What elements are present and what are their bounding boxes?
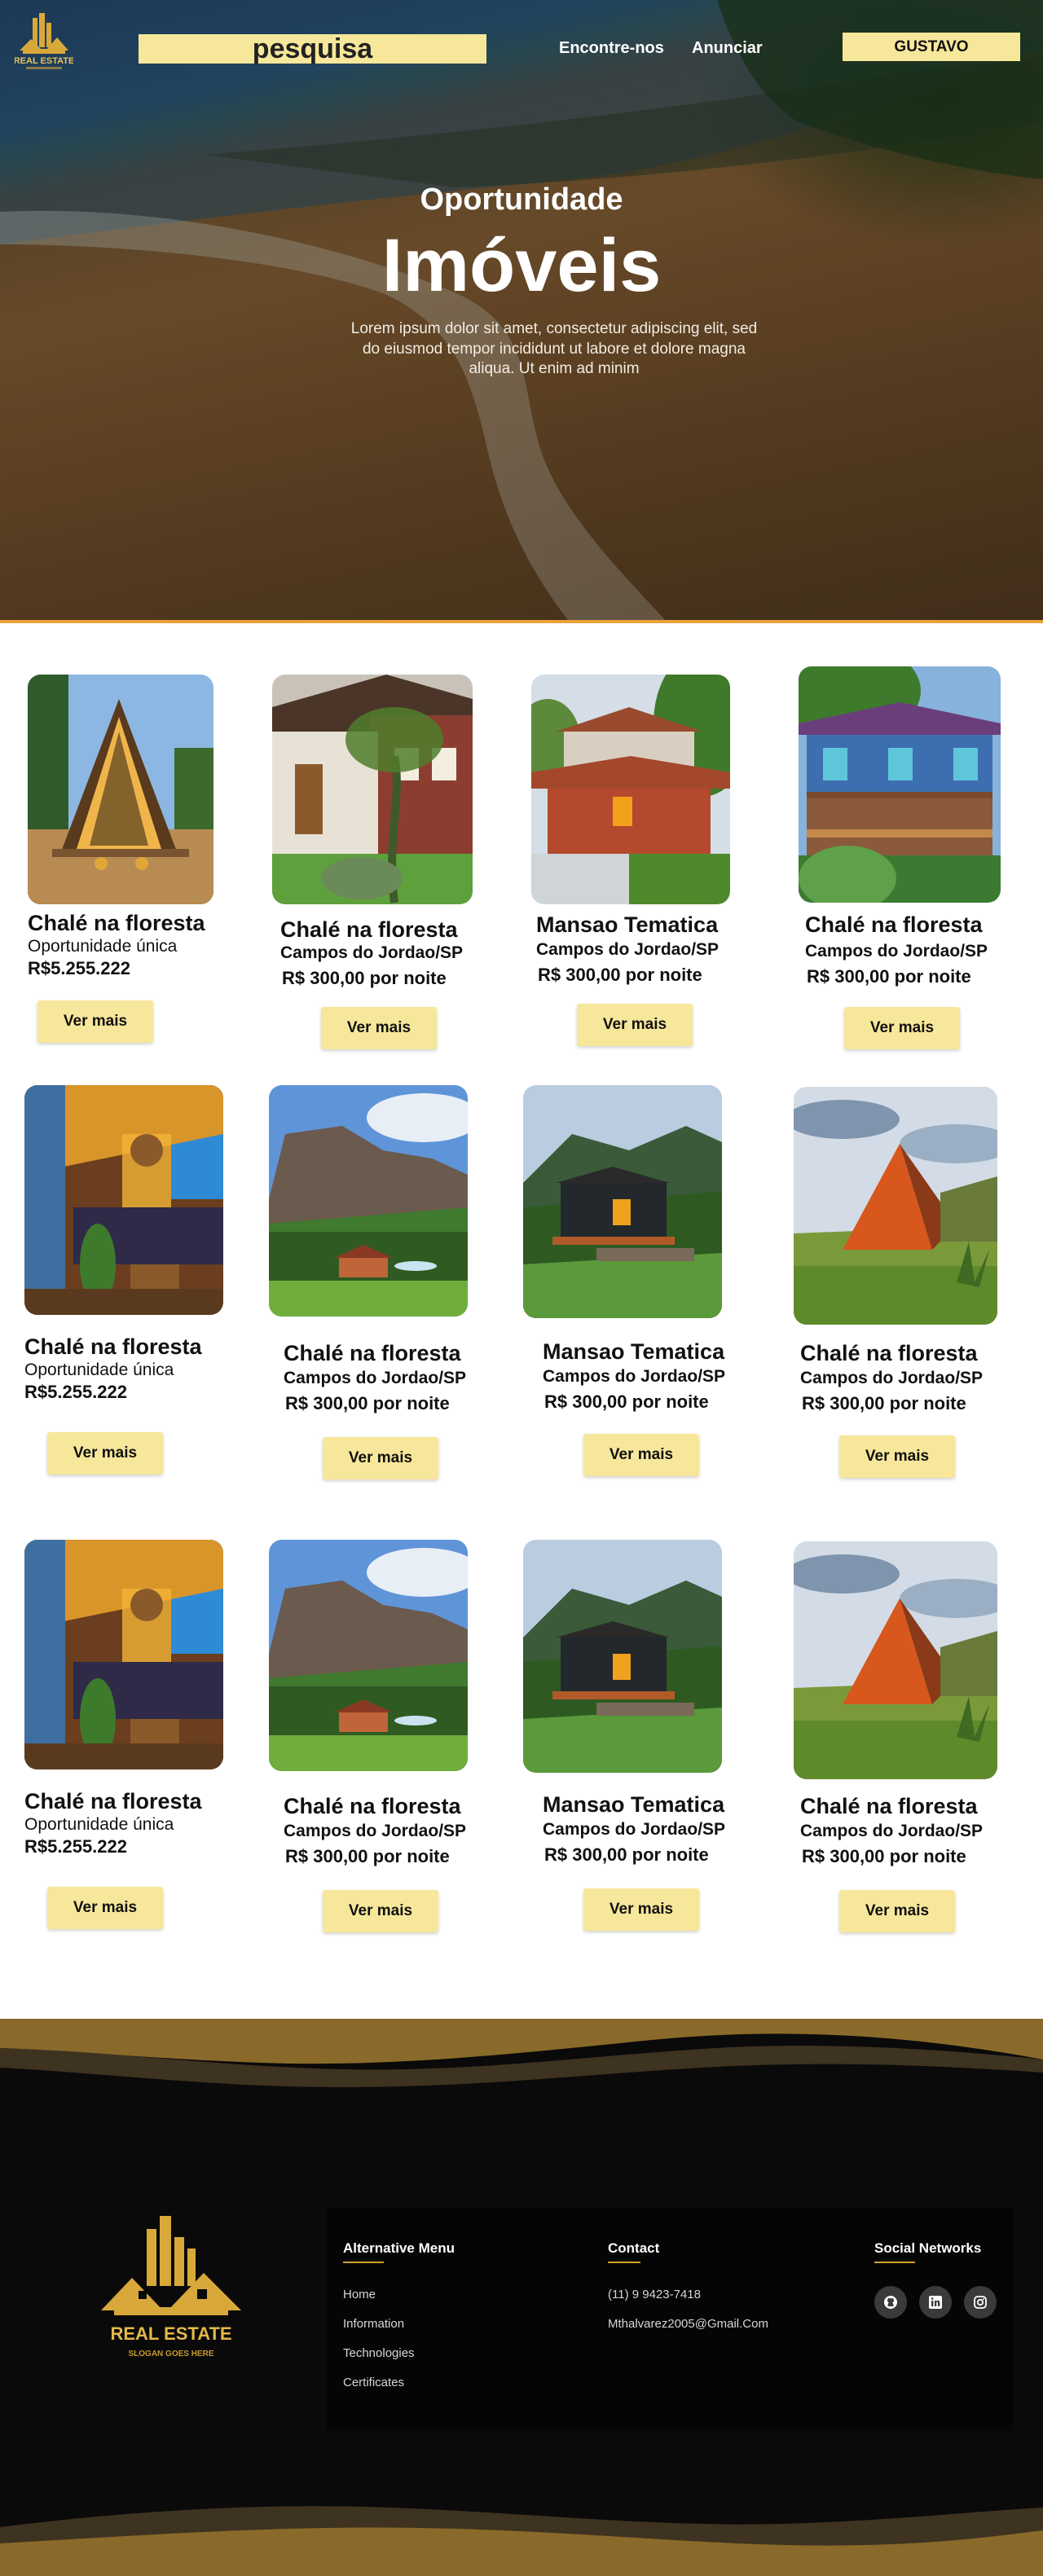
listing-image[interactable] (272, 675, 473, 904)
hero-description: Lorem ipsum dolor sit amet, consectetur … (350, 320, 758, 378)
user-account-button[interactable]: GUSTAVO (843, 33, 1020, 61)
footer-bottom-wave (0, 2506, 1043, 2576)
listing-price: R$ 300,00 por noite (538, 965, 702, 985)
listing-title: Chalé na floresta (284, 1794, 461, 1818)
listing-title: Mansao Tematica (543, 1792, 725, 1817)
svg-text:REAL ESTATE: REAL ESTATE (15, 56, 73, 66)
nav-encontre-nos[interactable]: Encontre-nos (559, 39, 664, 58)
listing-title: Chalé na floresta (28, 911, 205, 935)
footer-links-panel: Alternative Menu Home Information Techno… (327, 2208, 1013, 2431)
menu-title-underline (343, 2262, 384, 2263)
listing-title: Mansao Tematica (543, 1339, 725, 1364)
footer-top-wave (0, 2019, 1043, 2092)
listing-subtitle: Campos do Jordao/SP (284, 1369, 467, 1387)
listing-subtitle: Campos do Jordao/SP (543, 1820, 726, 1839)
listing-subtitle: Oportunidade única (24, 1361, 174, 1379)
listing-subtitle: Campos do Jordao/SP (800, 1369, 984, 1387)
listing-image[interactable] (523, 1540, 722, 1773)
ver-mais-button[interactable]: Ver mais (583, 1434, 699, 1476)
listing-subtitle: Oportunidade única (28, 937, 178, 956)
listing-image[interactable] (794, 1541, 997, 1779)
listing-subtitle: Campos do Jordao/SP (800, 1822, 984, 1840)
menu-column-title: Alternative Menu (343, 2240, 455, 2256)
listing-price: R$ 300,00 por noite (802, 1393, 966, 1413)
listing-image[interactable] (523, 1085, 722, 1318)
listing-subtitle: Campos do Jordao/SP (543, 1367, 726, 1386)
github-icon (884, 2296, 897, 2309)
linkedin-button[interactable] (919, 2286, 952, 2319)
ver-mais-button[interactable]: Ver mais (321, 1007, 437, 1049)
listing-price: R$ 300,00 por noite (285, 1393, 450, 1413)
listing-price: R$ 300,00 por noite (807, 966, 971, 987)
svg-text:REAL ESTATE: REAL ESTATE (110, 2323, 231, 2344)
github-button[interactable] (874, 2286, 907, 2319)
listing-price: R$5.255.222 (28, 958, 130, 978)
listing-title: Mansao Tematica (536, 912, 719, 937)
footer: REAL ESTATE SLOGAN GOES HERE Alternative… (0, 2019, 1043, 2576)
hero-overlay (0, 0, 1043, 623)
listing-image[interactable] (269, 1085, 468, 1317)
hero-subtitle: Oportunidade (420, 182, 623, 217)
nav-anunciar[interactable]: Anunciar (692, 39, 763, 58)
ver-mais-button[interactable]: Ver mais (47, 1887, 163, 1929)
listing-price: R$5.255.222 (24, 1836, 127, 1857)
footer-link-information[interactable]: Information (343, 2317, 404, 2331)
ver-mais-button[interactable]: Ver mais (47, 1432, 163, 1475)
ver-mais-button[interactable]: Ver mais (839, 1435, 955, 1478)
listing-image[interactable] (24, 1540, 223, 1769)
instagram-icon (974, 2296, 987, 2309)
ver-mais-button[interactable]: Ver mais (577, 1004, 693, 1046)
ver-mais-button[interactable]: Ver mais (323, 1437, 438, 1479)
linkedin-icon (929, 2296, 942, 2309)
instagram-button[interactable] (964, 2286, 997, 2319)
listing-price: R$ 300,00 por noite (282, 968, 447, 988)
search-input[interactable] (139, 34, 486, 64)
social-column-title: Social Networks (874, 2240, 982, 2256)
listing-title: Chalé na floresta (284, 1341, 461, 1365)
listing-price: R$ 300,00 por noite (544, 1844, 709, 1865)
listing-subtitle: Oportunidade única (24, 1815, 174, 1834)
contact-column-title: Contact (608, 2240, 660, 2256)
contact-title-underline (608, 2262, 640, 2263)
real-estate-logo[interactable]: REAL ESTATE (15, 11, 73, 77)
listing-image[interactable] (531, 675, 730, 904)
listing-subtitle: Campos do Jordao/SP (805, 942, 988, 961)
hero-title: Imóveis (381, 224, 662, 307)
listing-image[interactable] (28, 675, 213, 904)
listing-title: Chalé na floresta (24, 1789, 202, 1813)
listing-title: Chalé na floresta (24, 1334, 202, 1359)
listing-image[interactable] (794, 1087, 997, 1325)
contact-email[interactable]: Mthalvarez2005@Gmail.Com (608, 2317, 768, 2331)
listing-price: R$ 300,00 por noite (802, 1846, 966, 1866)
listing-title: Chalé na floresta (280, 917, 458, 942)
listing-price: R$5.255.222 (24, 1382, 127, 1402)
ver-mais-button[interactable]: Ver mais (583, 1888, 699, 1931)
footer-logo[interactable]: REAL ESTATE SLOGAN GOES HERE (90, 2213, 253, 2376)
contact-phone: (11) 9 9423-7418 (608, 2288, 701, 2301)
listing-image[interactable] (24, 1085, 223, 1315)
hero-divider (0, 620, 1043, 623)
footer-link-home[interactable]: Home (343, 2288, 376, 2301)
social-title-underline (874, 2262, 915, 2263)
listing-title: Chalé na floresta (800, 1341, 978, 1365)
footer-link-technologies[interactable]: Technologies (343, 2346, 415, 2360)
listing-image[interactable] (269, 1540, 468, 1771)
footer-link-certificates[interactable]: Certificates (343, 2376, 404, 2389)
listing-subtitle: Campos do Jordao/SP (536, 940, 720, 959)
listing-title: Chalé na floresta (800, 1794, 978, 1818)
ver-mais-button[interactable]: Ver mais (323, 1890, 438, 1932)
svg-text:SLOGAN GOES HERE: SLOGAN GOES HERE (128, 2350, 213, 2358)
listing-price: R$ 300,00 por noite (285, 1846, 450, 1866)
hero-banner: REAL ESTATE Encontre-nos Anunciar GUSTAV… (0, 0, 1043, 623)
listing-price: R$ 300,00 por noite (544, 1391, 709, 1412)
ver-mais-button[interactable]: Ver mais (37, 1000, 153, 1043)
listing-title: Chalé na floresta (805, 912, 983, 937)
listing-image[interactable] (799, 666, 1001, 903)
ver-mais-button[interactable]: Ver mais (844, 1007, 960, 1049)
listing-subtitle: Campos do Jordao/SP (284, 1822, 467, 1840)
ver-mais-button[interactable]: Ver mais (839, 1890, 955, 1932)
listing-subtitle: Campos do Jordao/SP (280, 943, 464, 962)
